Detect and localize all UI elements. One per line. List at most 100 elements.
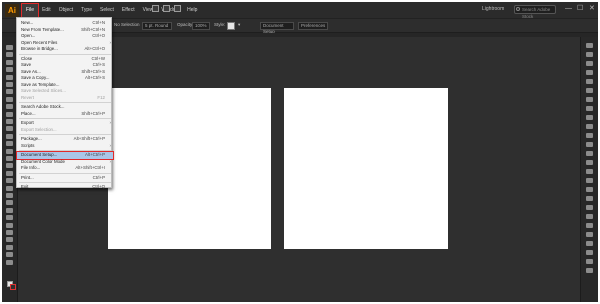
artboard-2[interactable] [284,88,448,249]
tool-icon[interactable] [6,141,13,147]
stroke-style-select[interactable]: 5 pt. Round [142,22,172,30]
panel-icon[interactable] [586,151,593,156]
menu-select[interactable]: Select [96,4,118,17]
panel-icon[interactable] [586,115,593,120]
menu-separator [19,150,111,151]
stroke-color-swatch[interactable] [10,284,16,290]
file-menu-item-shortcut: Alt+Shift+Ctrl+I [75,165,105,170]
panel-icon[interactable] [586,223,593,228]
menu-effect[interactable]: Effect [118,4,139,17]
file-menu-item[interactable]: Scripts › [17,143,113,150]
panel-icon[interactable] [586,97,593,102]
tool-icon[interactable] [6,82,13,87]
panel-icon[interactable] [586,160,593,165]
panel-icon[interactable] [586,268,593,273]
panel-icon[interactable] [586,52,593,57]
tool-icon[interactable] [6,215,13,221]
tool-icon[interactable] [6,163,13,169]
panel-icon[interactable] [586,259,593,264]
document-setup-button[interactable]: Document Setup [260,22,294,34]
arrange-documents-icon[interactable] [174,5,181,12]
tool-icon[interactable] [6,185,13,191]
search-input[interactable]: Search Adobe Stock [514,5,556,19]
tool-icon[interactable] [6,259,13,265]
tool-icon[interactable] [6,244,13,250]
tool-icon[interactable] [6,170,13,176]
panel-icon[interactable] [586,70,593,75]
tool-icon[interactable] [6,178,13,184]
graphic-style-swatch[interactable] [227,22,235,30]
file-menu-item-label: Export Selection... [21,126,57,132]
tool-icon[interactable] [6,230,13,235]
tool-icon[interactable] [6,126,13,132]
panel-icon[interactable] [586,232,593,237]
file-menu-item-shortcut: Alt+Ctrl+O [84,46,106,51]
panel-icon[interactable] [586,61,593,66]
tool-icon[interactable] [6,74,13,80]
menu-help[interactable]: Help [183,4,201,17]
file-menu-item[interactable]: Place... Shift+Ctrl+P [17,111,113,118]
file-menu-item[interactable]: File Info... Alt+Shift+Ctrl+I [17,165,113,172]
tool-icon[interactable] [6,237,13,243]
tool-icon[interactable] [6,133,13,139]
panel-icon[interactable] [586,169,593,174]
tool-icon[interactable] [6,252,13,258]
file-menu-item-shortcut: Shift+Ctrl+P [81,110,105,116]
file-menu-item[interactable]: Exit Ctrl+Q [17,184,113,191]
panel-icon[interactable] [586,178,593,183]
menu-object[interactable]: Object [55,4,77,17]
minimize-button[interactable]: — [565,5,572,13]
preferences-button[interactable]: Preferences [298,22,328,30]
tool-icon[interactable] [6,59,13,65]
file-menu-item[interactable]: Print... Ctrl+P [17,175,113,182]
close-button[interactable]: ✕ [589,5,595,13]
tool-icon[interactable] [6,96,13,102]
panel-icon[interactable] [586,124,593,129]
menu-file[interactable]: File [20,3,40,18]
tool-icon[interactable] [6,67,13,73]
panel-icon[interactable] [586,214,593,219]
panel-icon[interactable] [586,88,593,93]
panel-icon[interactable] [586,205,593,210]
file-menu-item[interactable]: Browse in Bridge... Alt+Ctrl+O [17,46,113,53]
file-menu-item-label: Place... [21,110,36,116]
tool-icon[interactable] [6,222,13,228]
panel-icon[interactable] [586,142,593,147]
panel-icon[interactable] [586,241,593,246]
tool-icon[interactable] [6,193,13,198]
menu-type[interactable]: Type [77,4,96,17]
tool-icon[interactable] [6,207,13,213]
maximize-button[interactable]: ☐ [577,5,583,13]
file-menu-item-label: Exit [21,184,29,189]
file-menu-item-label: Revert [21,94,34,100]
tool-icon[interactable] [6,200,13,206]
tool-icon[interactable] [6,89,13,95]
panel-icon[interactable] [586,106,593,111]
panel-icon[interactable] [586,196,593,201]
tool-icon[interactable] [6,45,13,50]
file-menu-item-label: Print... [21,174,34,180]
panel-icon[interactable] [586,187,593,192]
menu-separator [19,102,111,103]
tool-icon[interactable] [6,156,13,161]
panel-icon[interactable] [586,79,593,84]
menu-edit[interactable]: Edit [38,4,55,17]
artboard-1[interactable] [108,88,271,249]
style-chevron-down-icon[interactable]: ▾ [238,22,240,28]
tool-icon[interactable] [6,111,13,117]
panel-icon[interactable] [586,43,593,48]
panel-icon[interactable] [586,133,593,138]
stock-icon[interactable] [163,5,170,12]
app-window: Ai File Edit Object Type Select Effect View Win… [2,2,598,302]
bridge-icon[interactable] [152,5,159,12]
tool-icon[interactable] [6,104,13,110]
menu-separator [19,118,111,119]
tool-icon[interactable] [6,119,13,124]
file-menu-dropdown: New... Ctrl+N New From Template... Shift+Ct… [16,17,114,191]
tool-icon[interactable] [6,52,13,58]
lightroom-label[interactable]: Lightroom [482,6,504,12]
opacity-field[interactable]: 100% [192,22,210,30]
tool-icon[interactable] [6,148,13,154]
panel-icon[interactable] [586,250,593,255]
file-menu-item-shortcut: Ctrl+Q [92,184,105,189]
